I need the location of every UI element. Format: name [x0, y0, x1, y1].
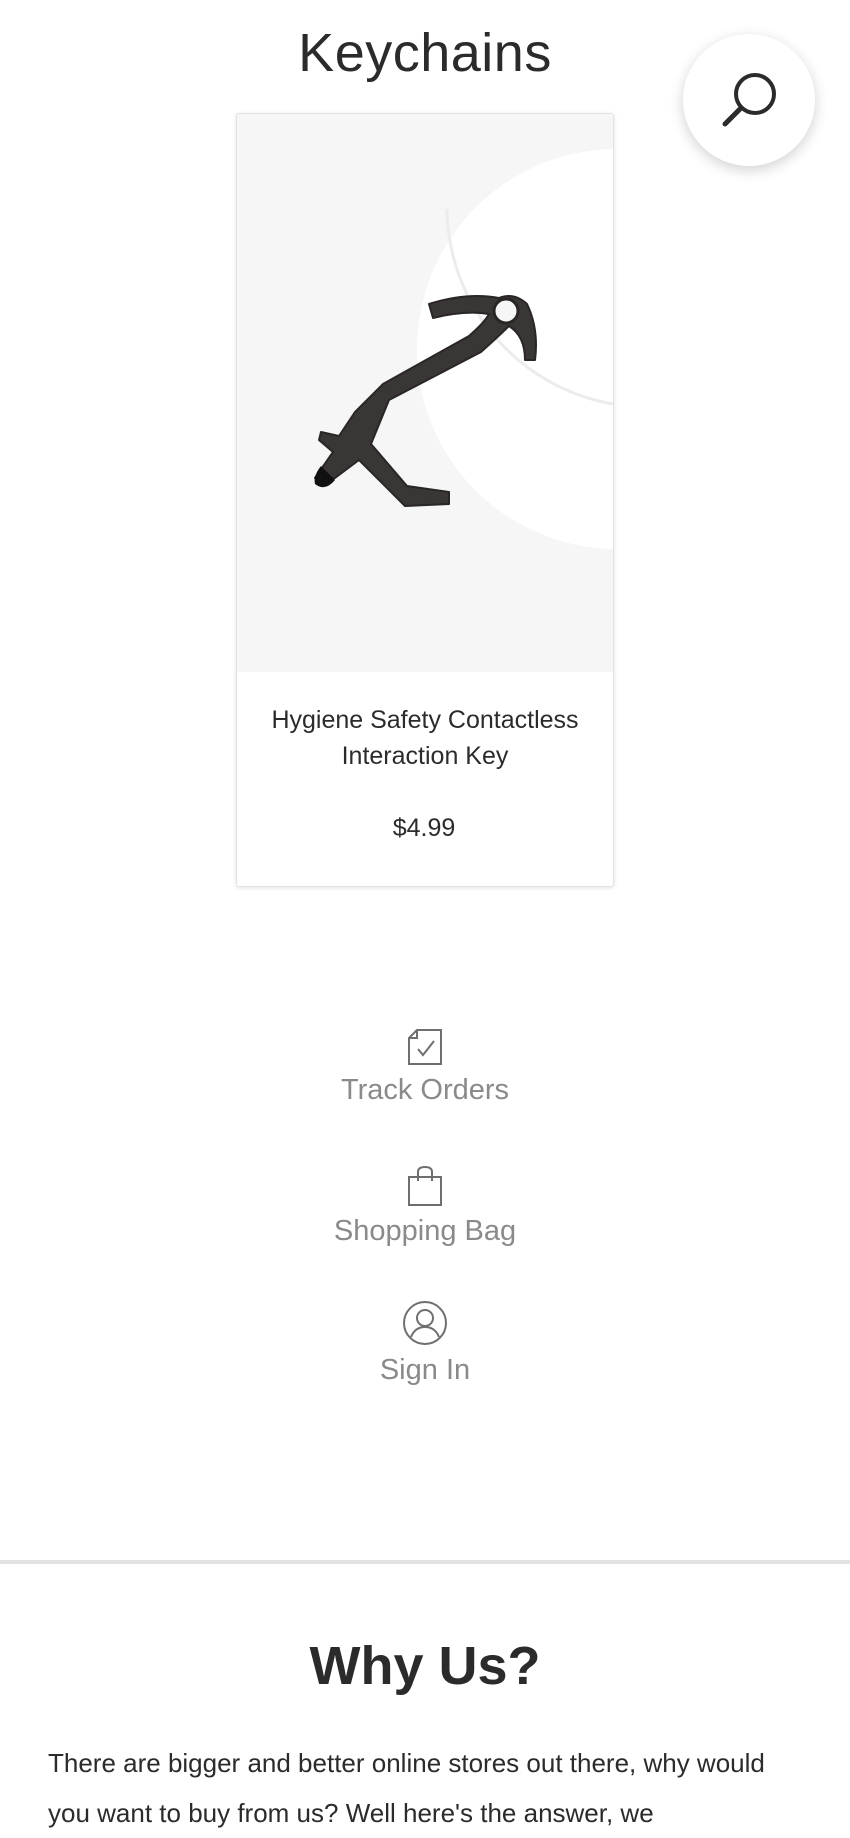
product-image[interactable] [237, 114, 613, 672]
search-icon [722, 73, 776, 127]
product-price: $4.99 [392, 814, 456, 842]
track-orders-link[interactable]: Track Orders [0, 1028, 850, 1107]
why-us-title: Why Us? [309, 1636, 541, 1696]
track-orders-label: Track Orders [340, 1074, 510, 1106]
section-divider [0, 1560, 850, 1564]
why-us-body: There are bigger and better online store… [48, 1748, 765, 1828]
keychain-tool-image [237, 114, 613, 672]
shopping-bag-label: Shopping Bag [333, 1215, 517, 1247]
search-button[interactable] [683, 34, 815, 166]
shopping-bag-icon [408, 1165, 442, 1206]
track-orders-icon [408, 1029, 442, 1065]
sign-in-link[interactable]: Sign In [0, 1300, 850, 1387]
product-card[interactable]: Hygiene Safety Contactless Interaction K… [236, 113, 614, 887]
shopping-bag-link[interactable]: Shopping Bag [0, 1165, 850, 1248]
sign-in-label: Sign In [379, 1354, 471, 1386]
product-name[interactable]: Hygiene Safety Contactless Interaction K… [257, 702, 593, 774]
user-icon [403, 1301, 447, 1345]
